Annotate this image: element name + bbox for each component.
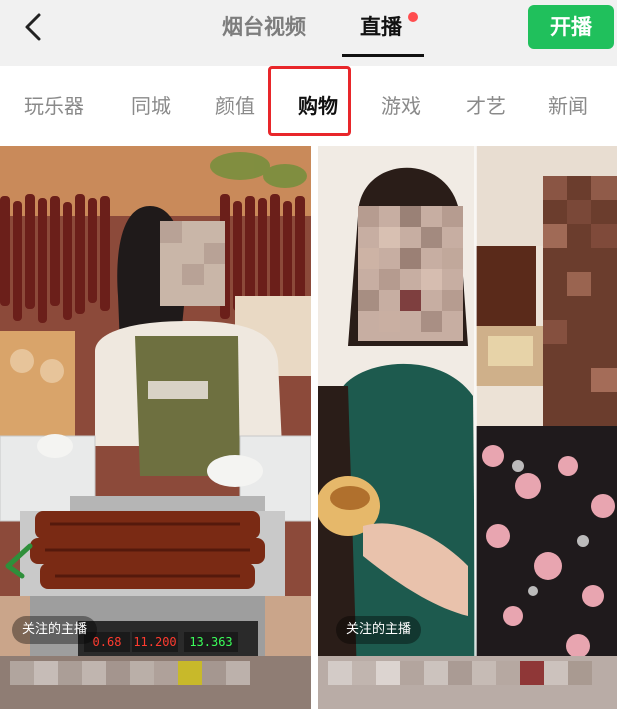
- scale-readout-2: 11.200: [132, 632, 178, 652]
- tab-yantai-video[interactable]: 烟台视频: [222, 10, 306, 44]
- category-tabs: 玩乐器 同城 颜值 购物 游戏 才艺 新闻: [0, 66, 617, 146]
- category-news[interactable]: 新闻: [548, 90, 588, 119]
- active-tab-indicator: [342, 54, 424, 57]
- scale-readout-3: 13.363: [184, 632, 238, 652]
- live-card-shop[interactable]: 0.68 11.200 13.363 关注的主播: [0, 146, 311, 709]
- category-talent[interactable]: 才艺: [466, 90, 506, 119]
- highlight-box: [268, 66, 351, 136]
- category-same-city[interactable]: 同城: [131, 90, 171, 119]
- tab-live[interactable]: 直播: [360, 10, 402, 44]
- followed-streamer-badge: 关注的主播: [12, 616, 98, 644]
- category-instruments[interactable]: 玩乐器: [24, 90, 84, 119]
- live-notification-dot: [408, 12, 418, 22]
- back-button[interactable]: [16, 10, 50, 44]
- category-games[interactable]: 游戏: [381, 90, 421, 119]
- start-live-button[interactable]: 开播: [528, 5, 614, 49]
- chevron-left-icon: [25, 13, 41, 41]
- top-bar: 烟台视频 直播 开播: [0, 0, 617, 66]
- followed-streamer-badge: 关注的主播: [336, 616, 422, 644]
- live-card-food[interactable]: 关注的主播: [318, 146, 617, 709]
- category-looks[interactable]: 颜值: [215, 90, 255, 119]
